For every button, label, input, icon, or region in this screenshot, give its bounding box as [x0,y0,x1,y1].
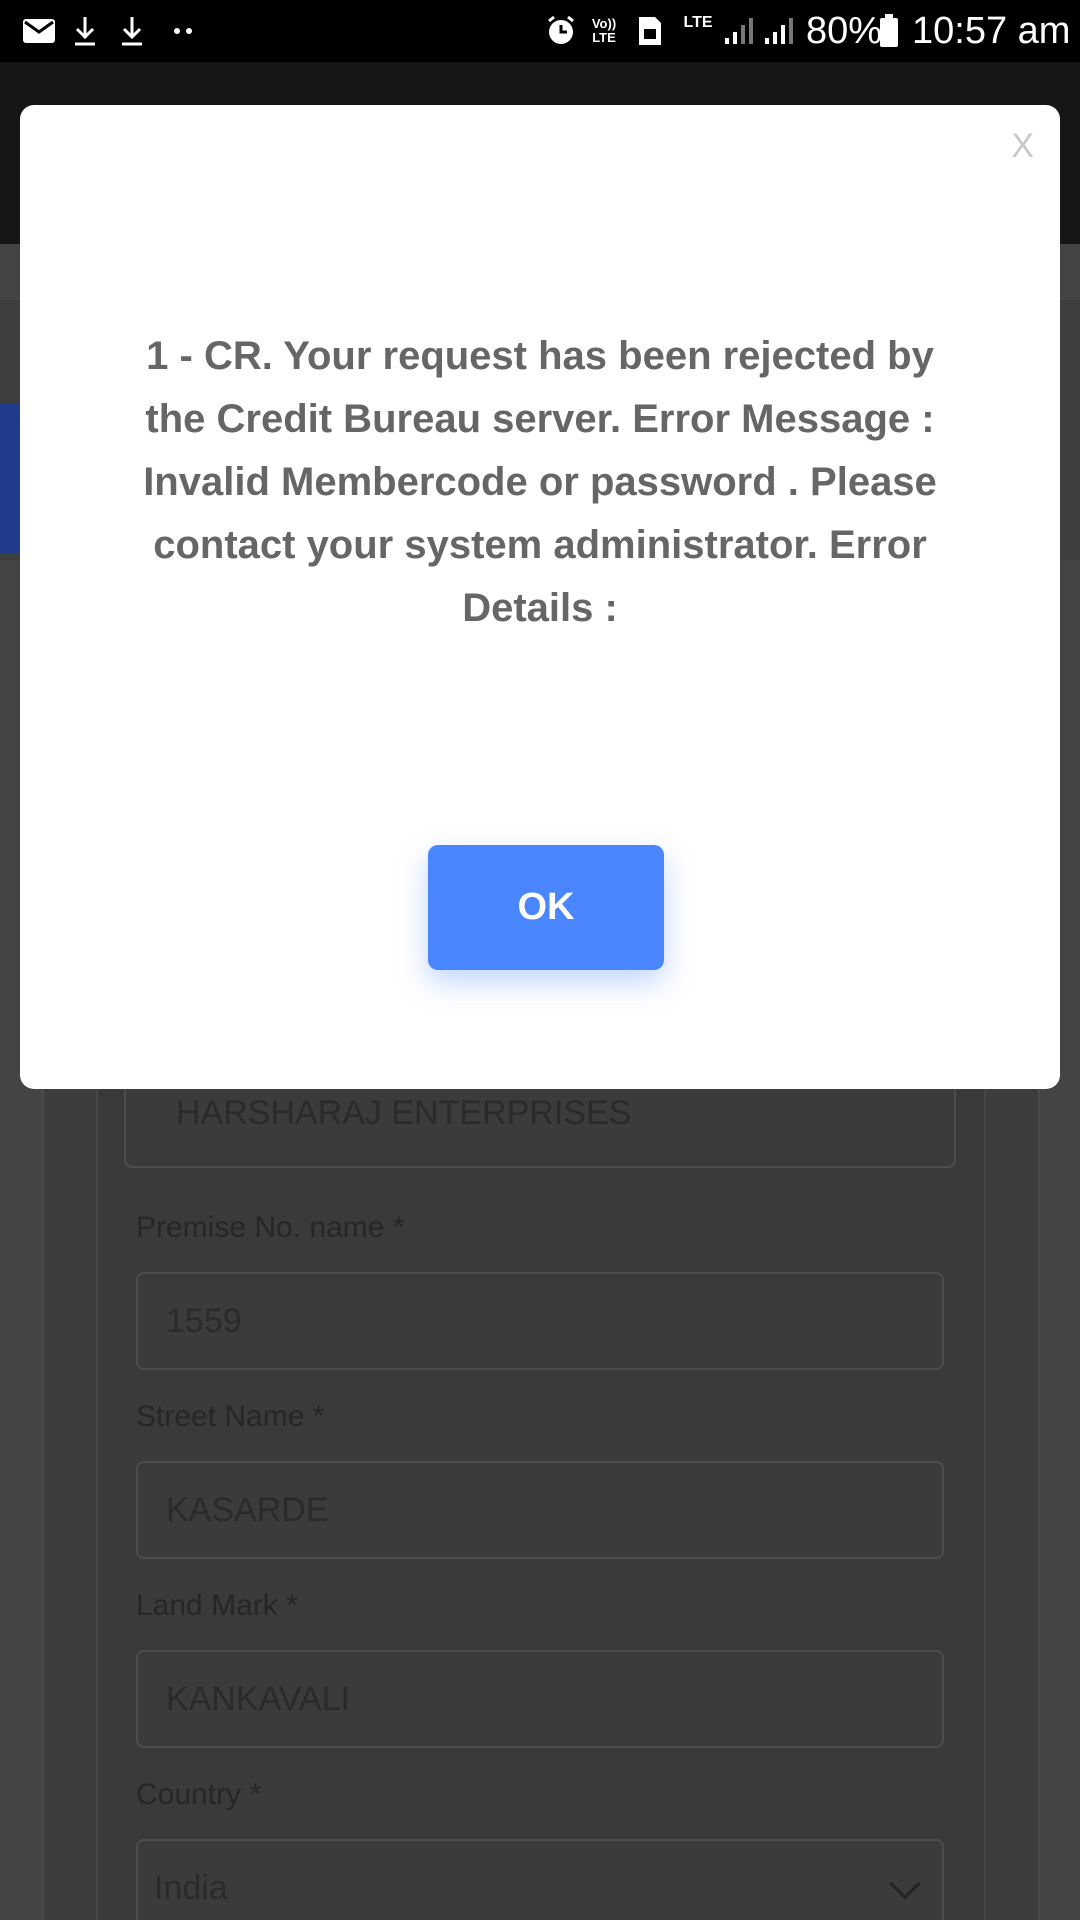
premise-field[interactable]: 1559 [136,1272,944,1370]
download-icon [70,14,100,48]
premise-label: Premise No. name * [136,1211,405,1244]
street-label: Street Name * [136,1400,325,1433]
sim-icon [636,14,664,48]
landmark-label: Land Mark * [136,1589,298,1622]
business-name-value: HARSHARAJ ENTERPRISES [176,1093,632,1132]
close-button[interactable]: X [1011,127,1034,166]
alarm-icon [544,14,578,48]
country-select[interactable]: India [136,1839,944,1920]
signal-icon [762,14,796,48]
status-bar: Vo)) LTE LTE 80% 10:57 am [0,0,1080,62]
battery-icon [878,14,900,48]
more-dots-icon [172,14,196,48]
lte-icon: LTE [683,14,713,31]
error-message: 1 - CR. Your request has been rejected b… [143,334,937,630]
volte-icon: Vo)) LTE [591,16,617,45]
signal-icon [722,14,756,48]
premise-value: 1559 [166,1301,242,1340]
landmark-value: KANKAVALI [166,1679,350,1718]
chevron-down-icon [889,1868,921,1900]
mail-icon [20,14,58,48]
battery-percent: 80% [806,10,883,52]
error-dialog: X 1 - CR. Your request has been rejected… [20,105,1060,1089]
landmark-field[interactable]: KANKAVALI [136,1650,944,1748]
street-value: KASARDE [166,1490,329,1529]
country-value: India [154,1868,228,1907]
street-field[interactable]: KASARDE [136,1461,944,1559]
ok-button[interactable]: OK [428,845,664,970]
download-icon [117,14,147,48]
clock: 10:57 am [912,10,1071,52]
country-label: Country * [136,1778,262,1811]
